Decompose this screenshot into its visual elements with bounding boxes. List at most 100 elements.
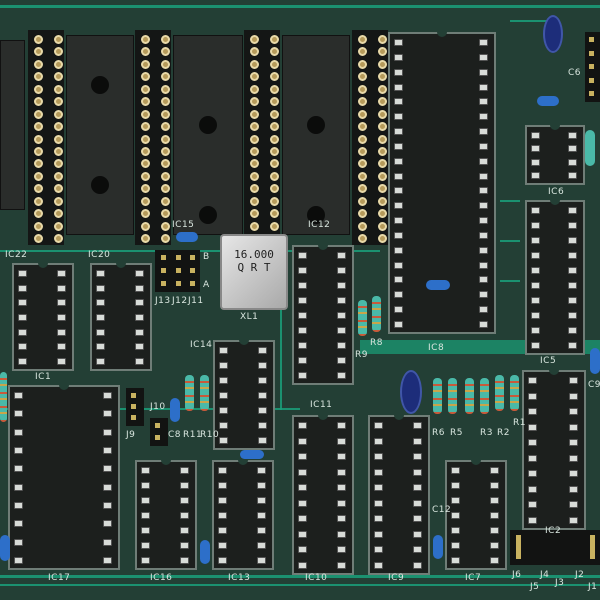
pin — [528, 501, 537, 509]
pin — [14, 520, 23, 528]
pin — [528, 485, 537, 493]
trace — [0, 584, 600, 586]
pcb-board: 16.000 Q R T IC22 IC20 IC15 IC12 IC8 IC6… — [0, 0, 600, 600]
pin — [479, 202, 488, 210]
trace — [500, 200, 520, 202]
pin — [374, 468, 383, 476]
pin — [180, 542, 189, 549]
label-ic2: IC2 — [545, 526, 562, 536]
round-pin-socket — [244, 30, 280, 245]
ic-socket-ic7 — [445, 460, 507, 570]
pin — [298, 530, 307, 538]
pin — [131, 404, 136, 409]
pin — [298, 372, 307, 379]
pin — [155, 435, 160, 440]
pin — [34, 146, 43, 156]
pin — [479, 68, 488, 76]
capacitor — [240, 450, 264, 459]
ic-socket-ic11 — [292, 245, 354, 385]
label-j13: J13 — [155, 296, 171, 306]
pin — [54, 221, 63, 231]
pin — [175, 268, 181, 273]
pin — [14, 538, 23, 546]
pin — [588, 91, 594, 96]
socket-notch — [239, 340, 249, 345]
pin — [531, 252, 540, 259]
header-c6[interactable] — [585, 32, 600, 102]
pin — [14, 502, 23, 509]
pin — [103, 483, 112, 491]
pin — [358, 59, 367, 69]
socket-notch — [471, 460, 481, 465]
pin — [218, 542, 227, 549]
pin — [161, 59, 170, 69]
label-ic22: IC22 — [5, 250, 28, 260]
pin — [103, 502, 112, 509]
pin — [298, 312, 307, 319]
pin — [569, 439, 578, 447]
label-j9: J9 — [126, 430, 136, 440]
pin — [298, 267, 307, 274]
jumper-header-j10[interactable] — [150, 418, 168, 446]
pin — [451, 497, 460, 504]
pin — [479, 98, 488, 106]
label-c12: C12 — [432, 505, 452, 515]
pin — [479, 246, 488, 254]
pin — [568, 158, 577, 166]
pin — [374, 562, 383, 569]
pin — [378, 134, 387, 144]
ic-socket-ic13 — [212, 460, 274, 570]
label-ic7: IC7 — [465, 573, 482, 583]
pin — [394, 53, 403, 61]
label-ic20: IC20 — [88, 250, 111, 260]
pin — [413, 515, 422, 523]
pin — [258, 437, 267, 444]
pin — [96, 343, 105, 351]
pin — [218, 527, 227, 534]
trace — [0, 5, 600, 8]
pin — [490, 557, 499, 564]
pin — [141, 72, 150, 82]
pin — [451, 467, 460, 474]
pin — [250, 196, 259, 206]
pin — [298, 562, 307, 569]
pin — [374, 530, 383, 538]
pin — [394, 128, 403, 136]
pin — [161, 221, 170, 231]
label-r8: R8 — [370, 338, 383, 348]
pin — [531, 172, 540, 179]
pin — [479, 172, 488, 180]
pin — [451, 512, 460, 519]
label-r9: R9 — [355, 350, 368, 360]
pin — [358, 109, 367, 119]
ic-socket-ic9 — [368, 415, 430, 575]
label-r11: R11 — [183, 430, 203, 440]
pin — [531, 312, 540, 319]
pin — [479, 291, 488, 299]
pin — [34, 196, 43, 206]
pin — [14, 410, 23, 418]
resistor-r4 — [465, 378, 474, 414]
pin — [531, 327, 540, 334]
pin — [479, 128, 488, 136]
pin — [250, 221, 259, 231]
jumper-header-j11-j13[interactable] — [155, 250, 200, 292]
pin — [568, 327, 577, 334]
label-r10: R10 — [200, 430, 220, 440]
pin — [568, 132, 577, 139]
pin — [190, 255, 195, 260]
jumper-header-j9[interactable] — [126, 388, 144, 426]
ic-socket-ic14 — [213, 340, 275, 450]
pin — [161, 109, 170, 119]
label-r5: R5 — [450, 428, 463, 438]
pin — [568, 207, 577, 214]
pin — [54, 209, 63, 219]
socket-notch — [59, 385, 69, 390]
pin — [54, 122, 63, 132]
pin — [57, 284, 66, 292]
resistor-r10 — [200, 375, 209, 411]
pin — [141, 122, 150, 132]
trace — [500, 280, 520, 282]
pin — [96, 358, 105, 365]
pin — [358, 122, 367, 132]
